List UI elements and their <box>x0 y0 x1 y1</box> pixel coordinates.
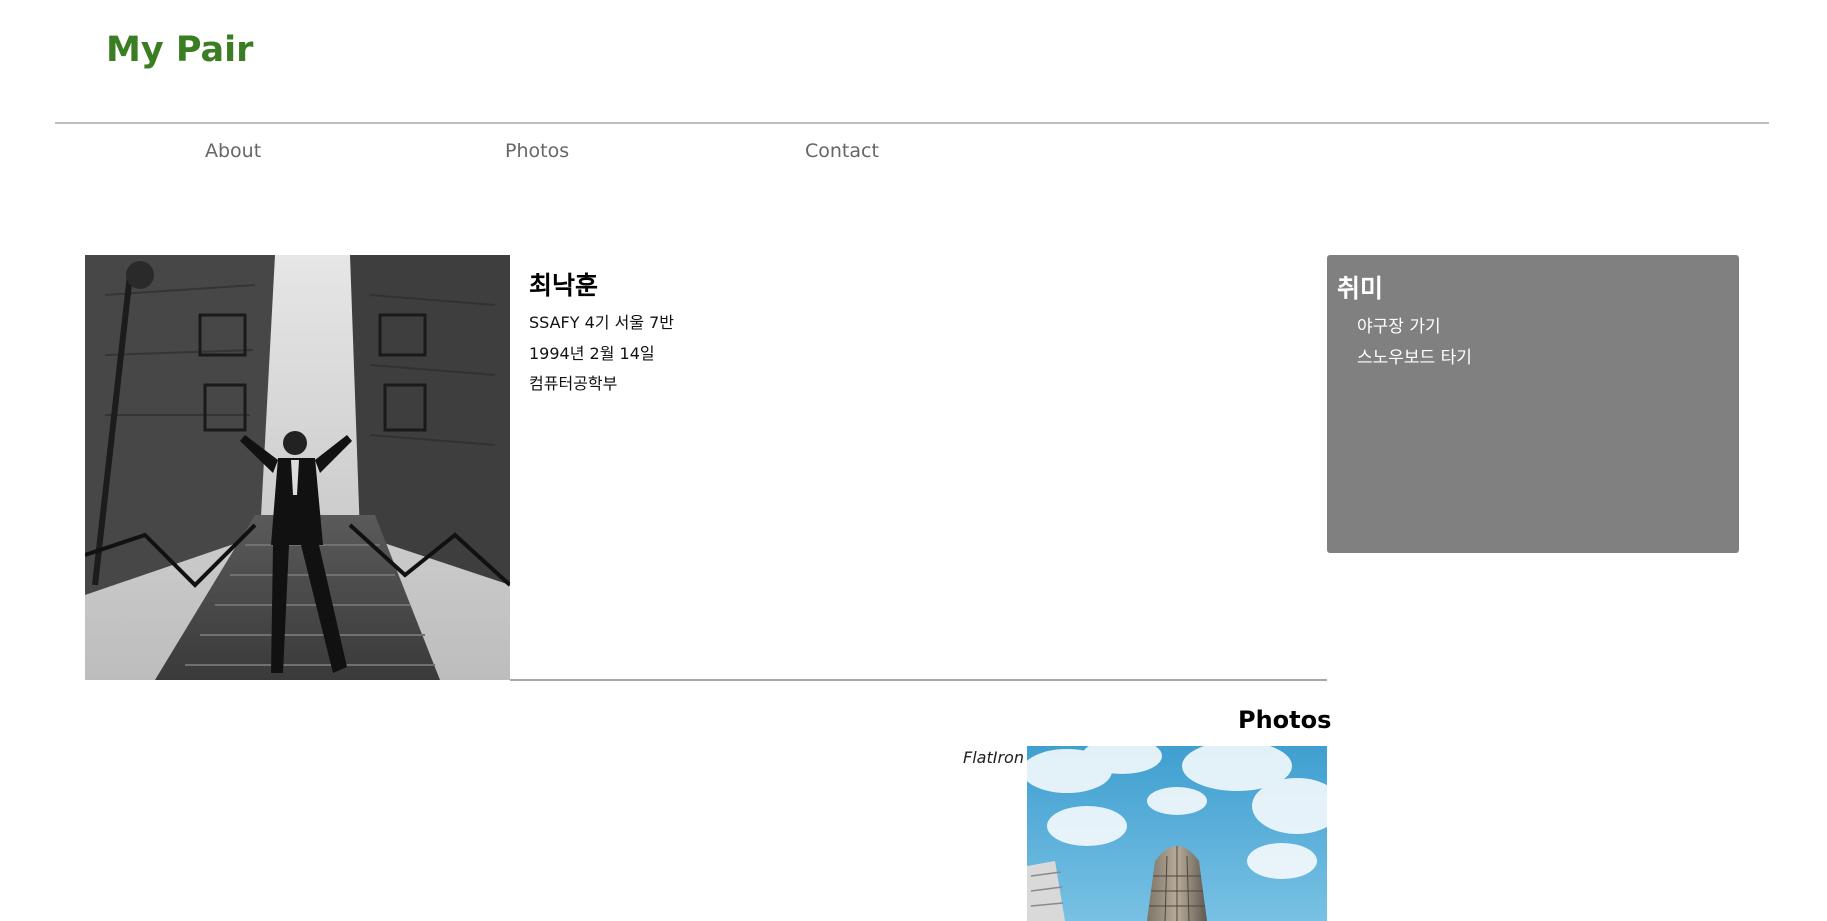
photos-section-title: Photos <box>1238 706 1332 734</box>
hobby-card: 취미 야구장 가기 스노우보드 타기 <box>1327 255 1739 553</box>
flatiron-photo-image <box>1027 746 1327 921</box>
nav-photos-link[interactable]: Photos <box>505 140 569 162</box>
site-header: My Pair <box>0 0 1827 124</box>
photo-caption: FlatIron <box>963 748 1024 767</box>
section-divider <box>510 679 1327 681</box>
brand-logo-link[interactable]: My Pair <box>106 30 253 70</box>
hobby-title: 취미 <box>1337 274 1384 303</box>
hobby-list-item: 스노우보드 타기 <box>1357 348 1472 368</box>
hobby-list-item: 야구장 가기 <box>1357 317 1441 337</box>
nav-contact-link[interactable]: Contact <box>805 140 879 162</box>
profile-class-text: SSAFY 4기 서울 7반 <box>529 313 675 332</box>
header-divider <box>55 122 1769 124</box>
profile-photo <box>85 255 510 680</box>
profile-birthdate-text: 1994년 2월 14일 <box>529 344 655 363</box>
profile-major-text: 컴퓨터공학부 <box>529 374 618 393</box>
flatiron-photo <box>1027 746 1327 921</box>
profile-photo-image <box>85 255 510 680</box>
profile-name: 최낙훈 <box>529 271 599 300</box>
nav-about-link[interactable]: About <box>205 140 261 162</box>
